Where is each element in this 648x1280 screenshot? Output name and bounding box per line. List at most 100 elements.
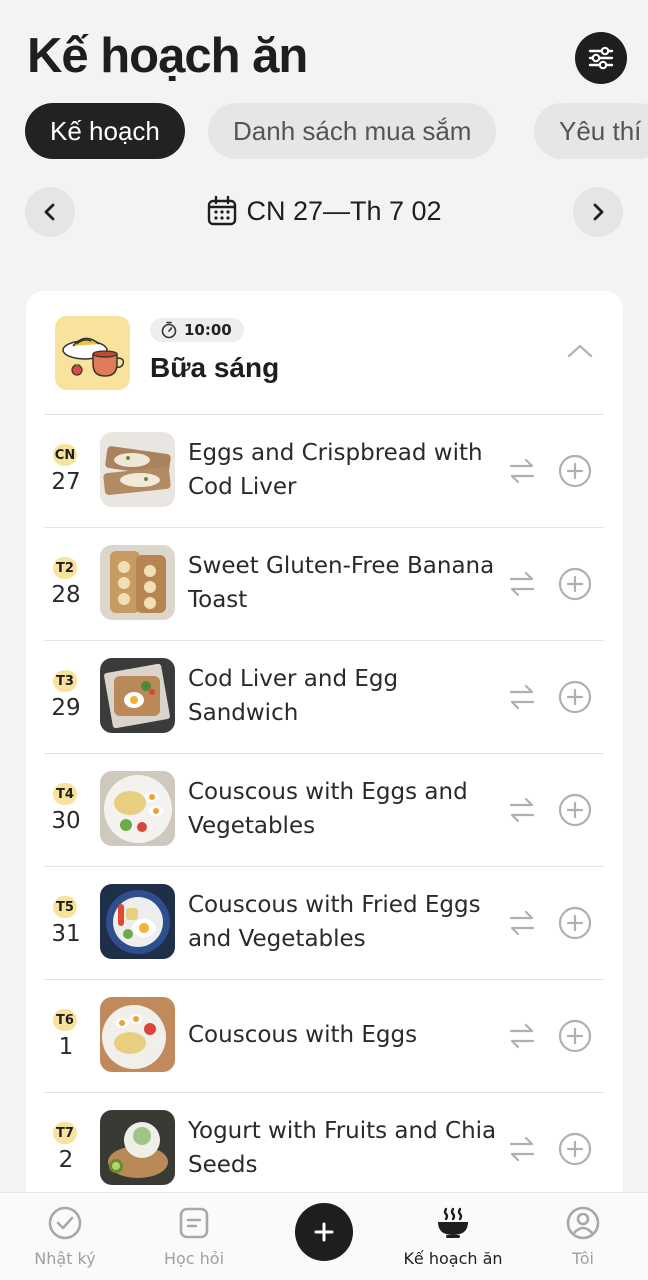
tab-shopping-list[interactable]: Danh sách mua sắm [208, 103, 497, 159]
nav-meal-plan[interactable]: Kế hoạch ăn [388, 1193, 518, 1280]
calendar-icon [208, 195, 237, 226]
meal-item-row[interactable]: T5 31 Couscous with Fried Eggs and Veget… [26, 866, 623, 978]
meal-item-row[interactable]: T7 2 Yogurt with Fruits and Chia Seeds [26, 1092, 623, 1204]
meal-item-row[interactable]: T3 29 Cod Liver and Egg Sandwich [26, 640, 623, 752]
meal-item-row[interactable]: T2 28 Sweet Gluten-Free Banana Toast [26, 527, 623, 639]
add-button[interactable] [558, 793, 592, 827]
food-name[interactable]: Couscous with Fried Eggs and Vegetables [188, 866, 508, 978]
plus-circle-icon [558, 1019, 592, 1053]
meal-item-row[interactable]: T6 1 Couscous with Eggs [26, 979, 623, 1091]
food-image[interactable] [100, 658, 175, 733]
add-button[interactable] [295, 1203, 353, 1261]
nav-learn[interactable]: Học hỏi [129, 1193, 259, 1280]
food-name[interactable]: Couscous with Eggs and Vegetables [188, 753, 508, 865]
swap-icon [509, 571, 535, 597]
food-name[interactable]: Yogurt with Fruits and Chia Seeds [188, 1092, 508, 1204]
sliders-icon [588, 46, 614, 70]
swap-icon [509, 458, 535, 484]
plus-circle-icon [558, 454, 592, 488]
meal-card: 10:00 Bữa sáng CN 27 Eggs and Crispbread… [26, 291, 623, 1280]
day-number: 2 [58, 1147, 74, 1173]
plus-circle-icon [558, 906, 592, 940]
swap-icon [509, 1136, 535, 1162]
next-week-button[interactable] [573, 187, 623, 237]
day-number: 28 [51, 582, 81, 608]
week-range-label: CN 27—Th 7 02 [246, 195, 442, 226]
bottom-nav: Nhật ký Học hỏi Kế hoạch ăn Tôi [0, 1192, 648, 1280]
note-icon [179, 1207, 209, 1239]
swap-button[interactable] [507, 682, 537, 712]
stopwatch-icon [161, 321, 177, 339]
chevron-right-icon [593, 203, 604, 221]
day-number: 30 [51, 808, 81, 834]
settings-button[interactable] [575, 32, 627, 84]
swap-icon [509, 1023, 535, 1049]
check-circle-icon [48, 1206, 82, 1240]
day-badge: T5 [53, 896, 77, 918]
header: Kế hoạch ăn [0, 0, 648, 90]
meal-item-row[interactable]: CN 27 Eggs and Crispbread with Cod Liver [26, 414, 623, 526]
day-badge: T7 [53, 1122, 77, 1144]
tab-bar: Kế hoạch Danh sách mua sắm Yêu thí [0, 103, 648, 159]
day-number: 31 [51, 921, 81, 947]
swap-icon [509, 910, 535, 936]
chevron-up-icon [567, 344, 593, 358]
plus-circle-icon [558, 567, 592, 601]
add-button[interactable] [558, 906, 592, 940]
day-badge: T2 [53, 557, 77, 579]
swap-button[interactable] [507, 456, 537, 486]
food-image[interactable] [100, 545, 175, 620]
add-button[interactable] [558, 1019, 592, 1053]
food-name[interactable]: Eggs and Crispbread with Cod Liver [188, 414, 508, 526]
week-range[interactable]: CN 27—Th 7 02 [0, 195, 648, 227]
food-name[interactable]: Cod Liver and Egg Sandwich [188, 640, 508, 752]
day-badge: T6 [53, 1009, 77, 1031]
nav-label: Kế hoạch ăn [403, 1249, 503, 1268]
swap-button[interactable] [507, 795, 537, 825]
food-image[interactable] [100, 1110, 175, 1185]
swap-icon [509, 684, 535, 710]
nav-profile[interactable]: Tôi [518, 1193, 648, 1280]
day-badge: CN [53, 444, 77, 466]
day-number: 1 [58, 1034, 74, 1060]
swap-button[interactable] [507, 569, 537, 599]
plus-icon [314, 1222, 334, 1242]
bowl-icon [438, 1207, 468, 1238]
profile-icon [566, 1206, 600, 1240]
tab-plan[interactable]: Kế hoạch [25, 103, 185, 159]
week-navigator: CN 27—Th 7 02 [0, 187, 648, 239]
meal-name: Bữa sáng [150, 352, 280, 383]
add-button[interactable] [558, 567, 592, 601]
plus-circle-icon [558, 1132, 592, 1166]
food-image[interactable] [100, 884, 175, 959]
food-name[interactable]: Couscous with Eggs [188, 979, 508, 1091]
food-image[interactable] [100, 997, 175, 1072]
nav-label: Nhật ký [34, 1249, 96, 1268]
meal-time: 10:00 [184, 321, 232, 339]
add-button[interactable] [558, 454, 592, 488]
swap-button[interactable] [507, 1021, 537, 1051]
day-number: 27 [51, 469, 81, 495]
nav-label: Tôi [572, 1249, 594, 1268]
day-badge: T3 [53, 670, 77, 692]
swap-button[interactable] [507, 908, 537, 938]
breakfast-illustration [55, 316, 130, 390]
plus-circle-icon [558, 680, 592, 714]
food-name[interactable]: Sweet Gluten-Free Banana Toast [188, 527, 508, 639]
meal-time-badge: 10:00 [150, 318, 244, 342]
nav-diary[interactable]: Nhật ký [0, 1193, 130, 1280]
add-button[interactable] [558, 1132, 592, 1166]
day-number: 29 [51, 695, 81, 721]
collapse-button[interactable] [566, 341, 594, 361]
swap-icon [509, 797, 535, 823]
nav-label: Học hỏi [163, 1249, 225, 1268]
meal-item-row[interactable]: T4 30 Couscous with Eggs and Vegetables [26, 753, 623, 865]
tab-favorites[interactable]: Yêu thí [534, 103, 648, 159]
swap-button[interactable] [507, 1134, 537, 1164]
food-image[interactable] [100, 432, 175, 507]
add-button[interactable] [558, 680, 592, 714]
food-image[interactable] [100, 771, 175, 846]
page-title: Kế hoạch ăn [27, 29, 308, 83]
day-badge: T4 [53, 783, 77, 805]
plus-circle-icon [558, 793, 592, 827]
